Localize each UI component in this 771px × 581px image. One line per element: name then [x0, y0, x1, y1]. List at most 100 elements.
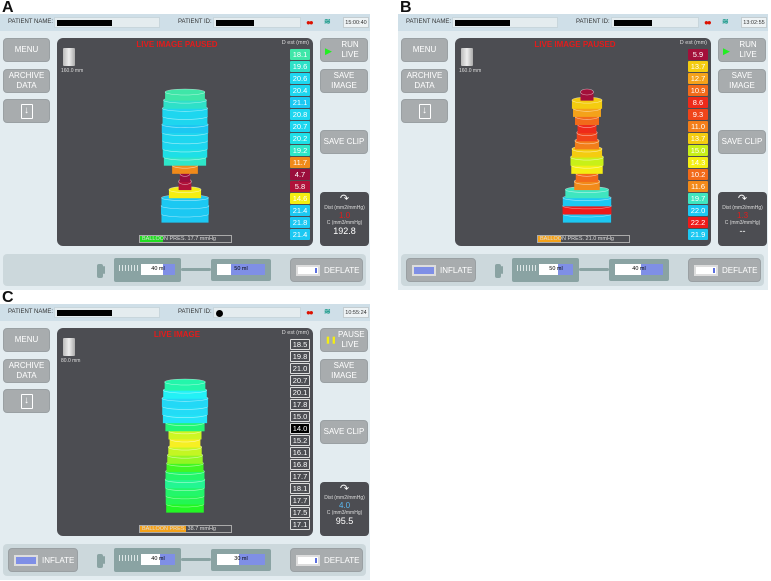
reservoir-volume-text: 50 ml: [234, 266, 248, 272]
patient-id-field[interactable]: [213, 307, 301, 318]
balloon-pressure-bar: BALLOON PRES. 38.7 mmHg: [139, 525, 232, 533]
inflate-button[interactable]: INFLATE: [406, 258, 476, 282]
play-icon: ▶: [325, 46, 332, 56]
redacted-id: [216, 20, 254, 26]
header-bar: PATIENT NAME: PATIENT ID: ●● ≋ 13:02:55: [398, 14, 768, 31]
deflate-button[interactable]: DEFLATE: [290, 548, 363, 572]
diameter-cell: 21.0: [290, 363, 310, 374]
clock-time: 10:55:24: [343, 307, 369, 318]
vessel-ring: [164, 88, 206, 96]
diameter-cell: 19.8: [290, 351, 310, 362]
menu-button[interactable]: MENU: [3, 38, 50, 62]
archive-data-button[interactable]: ARCHIVE DATA: [3, 69, 50, 93]
vessel-ring: [580, 88, 594, 96]
save-clip-button[interactable]: SAVE CLIP: [718, 130, 766, 154]
glasses-icon: ●●: [306, 18, 314, 27]
live-button-label: RUN LIVE: [341, 40, 359, 59]
patient-id-field[interactable]: [213, 17, 301, 28]
diameter-cell: 10.2: [688, 169, 708, 180]
syringe-control-bar: INFLATE DEFLATE 50 ml 40 ml: [401, 254, 764, 286]
patient-name-field[interactable]: [54, 17, 160, 28]
vessel-3d-render: [161, 378, 209, 513]
patient-id-label: PATIENT ID:: [576, 19, 610, 25]
waveform-icon: ≋: [324, 307, 331, 316]
reset-arrow-icon[interactable]: ↷: [320, 484, 369, 495]
diameter-cell: 18.1: [290, 483, 310, 494]
download-button[interactable]: ↓: [3, 389, 50, 413]
download-button[interactable]: ↓: [401, 99, 448, 123]
download-button[interactable]: ↓: [3, 99, 50, 123]
deflate-indicator: [315, 267, 317, 273]
panel-b: B PATIENT NAME: PATIENT ID: ●● ≋ 13:02:55 MENU…: [398, 0, 770, 290]
syringe-volume: 50 ml: [539, 264, 573, 275]
panel-c: C PATIENT NAME: PATIENT ID: ●● ≋ 10:55:24 MENU…: [0, 289, 372, 580]
vessel-3d-render: [562, 88, 612, 223]
patient-id-field[interactable]: [611, 17, 699, 28]
waveform-icon: ≋: [324, 17, 331, 26]
compliance-value: 95.5: [335, 516, 354, 526]
diameter-cell: 20.8: [290, 109, 310, 120]
diameter-cell: 19.2: [290, 145, 310, 156]
diameter-cell: 21.4: [290, 205, 310, 216]
patient-name-field[interactable]: [452, 17, 558, 28]
diameter-cell: 4.7: [290, 169, 310, 180]
archive-data-button[interactable]: ARCHIVE DATA: [3, 359, 50, 383]
waveform-icon: ≋: [722, 17, 729, 26]
inflate-label: INFLATE: [440, 265, 473, 275]
diameter-cell: 8.6: [688, 97, 708, 108]
archive-data-button[interactable]: ARCHIVE DATA: [401, 69, 448, 93]
image-viewport: LIVE IMAGE 80.0 mm D est (mm) 18.5 19.8 21.0 2…: [57, 328, 313, 536]
distensibility-panel: ↷ Dist (mm2/mmHg) 1.0 C (mm3/mmHg) 192.8: [320, 192, 369, 246]
syringe-part: [181, 268, 211, 271]
distensibility-panel: ↷ Dist (mm2/mmHg) 4.0 C (mm3/mmHg) 95.5: [320, 482, 369, 536]
save-image-button[interactable]: SAVE IMAGE: [718, 69, 766, 93]
live-toggle-button[interactable]: ❚❚ PAUSE LIVE: [320, 328, 368, 352]
redacted-id-dot: [216, 310, 223, 317]
diameter-cell: 20.4: [290, 85, 310, 96]
redacted-name: [455, 20, 510, 26]
redacted-name: [57, 310, 112, 316]
header-bar: PATIENT NAME: PATIENT ID: ●● ≋ 10:55:24: [0, 304, 370, 321]
reset-arrow-icon[interactable]: ↷: [718, 194, 767, 205]
patient-id-label: PATIENT ID:: [178, 19, 212, 25]
diameter-cell: 17.7: [290, 495, 310, 506]
deflate-icon: [296, 264, 320, 276]
diameter-cell: 20.2: [290, 133, 310, 144]
balloon-pressure-bar: BALLOON PRES. 21.0 mmHg: [537, 235, 630, 243]
inflate-button[interactable]: INFLATE: [8, 548, 78, 572]
diameter-cell: 10.9: [688, 85, 708, 96]
patient-name-field[interactable]: [54, 307, 160, 318]
redacted-id: [614, 20, 652, 26]
syringe-graphic: 40 ml 30 ml: [97, 547, 277, 573]
save-clip-button[interactable]: SAVE CLIP: [320, 130, 368, 154]
live-toggle-button[interactable]: ▶ RUN LIVE: [718, 38, 766, 62]
syringe-part: [103, 266, 105, 274]
save-image-button[interactable]: SAVE IMAGE: [320, 69, 368, 93]
patient-name-label: PATIENT NAME:: [8, 309, 54, 315]
deflate-label: DEFLATE: [722, 265, 758, 275]
diameter-cell: 17.5: [290, 507, 310, 518]
syringe-volume: 40 ml: [141, 264, 175, 275]
deflate-button[interactable]: DEFLATE: [290, 258, 363, 282]
diameter-cell: 16.8: [290, 459, 310, 470]
syringe-ticks: [119, 265, 139, 271]
diameter-cell: 20.7: [290, 375, 310, 386]
live-toggle-button[interactable]: ▶ RUN LIVE: [320, 38, 368, 62]
menu-button[interactable]: MENU: [401, 38, 448, 62]
syringe-volume: 40 ml: [141, 554, 175, 565]
syringe-control-bar: INFLATE DEFLATE 40 ml 30 ml: [3, 544, 366, 576]
deflate-button[interactable]: DEFLATE: [688, 258, 761, 282]
menu-button[interactable]: MENU: [3, 328, 50, 352]
diameter-cell: 16.1: [290, 447, 310, 458]
dist-value: 4.0: [338, 501, 351, 510]
deflate-indicator: [713, 267, 715, 273]
deflate-icon: [694, 264, 718, 276]
save-clip-button[interactable]: SAVE CLIP: [320, 420, 368, 444]
reset-arrow-icon[interactable]: ↷: [320, 194, 369, 205]
diameter-cell: 11.7: [290, 157, 310, 168]
syringe-part: [103, 556, 105, 564]
redacted-name: [57, 20, 112, 26]
diameter-cell: 15.2: [290, 435, 310, 446]
inflate-icon: [14, 554, 38, 566]
save-image-button[interactable]: SAVE IMAGE: [320, 359, 368, 383]
